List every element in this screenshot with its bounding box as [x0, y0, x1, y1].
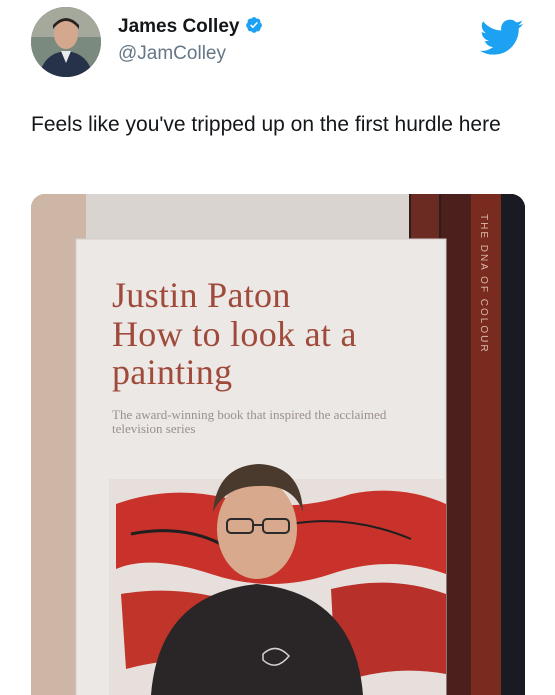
verified-badge-icon	[246, 17, 263, 33]
book-spine-text: THE DNA OF COLOUR	[478, 214, 489, 354]
book-tagline: The award-winning book that inspired the…	[112, 407, 387, 436]
tweet-photo[interactable]: Justin Paton How to look at a painting T…	[31, 194, 525, 695]
tweet-text: Feels like you've tripped up on the firs…	[31, 113, 501, 136]
book-title: How to look at a painting	[112, 314, 357, 392]
book-author: Justin Paton	[112, 275, 291, 315]
avatar-image	[31, 7, 101, 77]
author-name[interactable]: James Colley	[118, 16, 263, 38]
author-name-text[interactable]: James Colley	[118, 16, 239, 37]
book-photo-illustration	[31, 194, 525, 695]
twitter-bird-icon[interactable]	[480, 18, 524, 58]
avatar[interactable]	[31, 7, 101, 77]
author-handle[interactable]: @JamColley	[118, 43, 226, 65]
